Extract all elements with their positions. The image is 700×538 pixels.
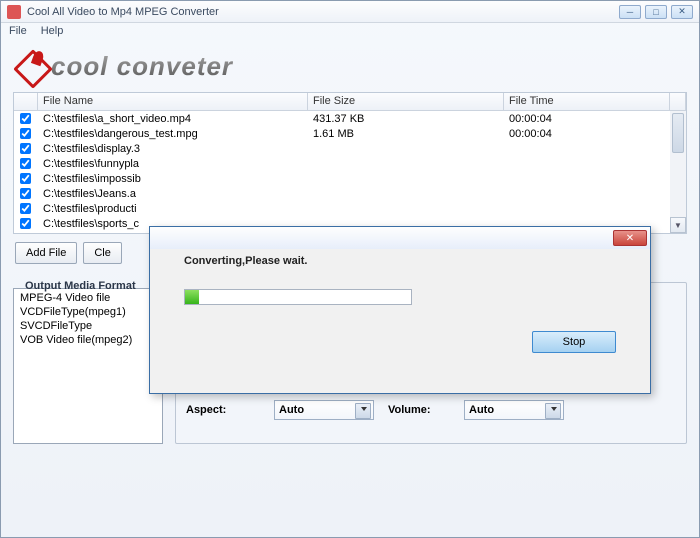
titlebar: Cool All Video to Mp4 MPEG Converter ─ □… [1, 1, 699, 23]
table-row[interactable]: C:\testfiles\display.3 [14, 141, 686, 156]
table-row[interactable]: C:\testfiles\a_short_video.mp4431.37 KB0… [14, 111, 686, 126]
format-item[interactable]: SVCDFileType [16, 319, 160, 333]
row-checkbox[interactable] [20, 203, 31, 214]
app-icon [7, 5, 21, 19]
dialog-message: Converting,Please wait. [184, 255, 616, 267]
output-format-title: Output Media Format [21, 280, 140, 292]
cell-size: 1.61 MB [308, 128, 504, 140]
volume-select[interactable]: Auto [464, 400, 564, 420]
minimize-button[interactable]: ─ [619, 5, 641, 19]
col-filesize[interactable]: File Size [308, 93, 504, 110]
menubar: File Help [1, 23, 699, 41]
format-item[interactable]: VCDFileType(mpeg1) [16, 305, 160, 319]
cell-name: C:\testfiles\dangerous_test.mpg [38, 128, 308, 140]
cell-size: 431.37 KB [308, 113, 504, 125]
aspect-select[interactable]: Auto [274, 400, 374, 420]
scrollbar-thumb[interactable] [672, 113, 684, 153]
table-row[interactable]: C:\testfiles\producti [14, 201, 686, 216]
aspect-label: Aspect: [186, 404, 268, 416]
close-button[interactable]: ✕ [671, 5, 693, 19]
logo: cool conveter [13, 47, 687, 92]
file-table: File Name File Size File Time C:\testfil… [13, 92, 687, 234]
menu-help[interactable]: Help [41, 25, 64, 39]
table-header: File Name File Size File Time [14, 93, 686, 111]
row-checkbox[interactable] [20, 143, 31, 154]
clear-button[interactable]: Cle [83, 242, 122, 264]
maximize-button[interactable]: □ [645, 5, 667, 19]
cell-name: C:\testfiles\a_short_video.mp4 [38, 113, 308, 125]
add-file-button[interactable]: Add File [15, 242, 77, 264]
cell-name: C:\testfiles\producti [38, 203, 308, 215]
format-item[interactable]: MPEG-4 Video file [16, 291, 160, 305]
logo-text: cool conveter [51, 51, 233, 82]
table-row[interactable]: C:\testfiles\funnypla [14, 156, 686, 171]
progress-bar [184, 289, 412, 305]
row-checkbox[interactable] [20, 218, 31, 229]
logo-icon [17, 53, 45, 81]
row-checkbox[interactable] [20, 173, 31, 184]
row-checkbox[interactable] [20, 158, 31, 169]
format-item[interactable]: VOB Video file(mpeg2) [16, 333, 160, 347]
volume-label: Volume: [380, 404, 458, 416]
cell-name: C:\testfiles\Jeans.a [38, 188, 308, 200]
table-row[interactable]: C:\testfiles\impossib [14, 171, 686, 186]
stop-button[interactable]: Stop [532, 331, 616, 353]
window-title: Cool All Video to Mp4 MPEG Converter [27, 6, 619, 18]
table-row[interactable]: C:\testfiles\dangerous_test.mpg1.61 MB00… [14, 126, 686, 141]
cell-time: 00:00:04 [504, 128, 686, 140]
scroll-down-button[interactable]: ▼ [670, 217, 686, 233]
format-listbox[interactable]: MPEG-4 Video fileVCDFileType(mpeg1)SVCDF… [13, 288, 163, 444]
dialog-titlebar: ✕ [150, 227, 650, 249]
progress-dialog: ✕ Converting,Please wait. Stop [149, 226, 651, 394]
app-window: Cool All Video to Mp4 MPEG Converter ─ □… [0, 0, 700, 538]
dialog-close-button[interactable]: ✕ [613, 230, 647, 246]
col-filetime[interactable]: File Time [504, 93, 670, 110]
cell-name: C:\testfiles\impossib [38, 173, 308, 185]
cell-name: C:\testfiles\display.3 [38, 143, 308, 155]
row-checkbox[interactable] [20, 188, 31, 199]
progress-fill [185, 290, 199, 304]
row-checkbox[interactable] [20, 128, 31, 139]
cell-name: C:\testfiles\funnypla [38, 158, 308, 170]
table-row[interactable]: C:\testfiles\Jeans.a [14, 186, 686, 201]
cell-time: 00:00:04 [504, 113, 686, 125]
col-filename[interactable]: File Name [38, 93, 308, 110]
menu-file[interactable]: File [9, 25, 27, 39]
row-checkbox[interactable] [20, 113, 31, 124]
